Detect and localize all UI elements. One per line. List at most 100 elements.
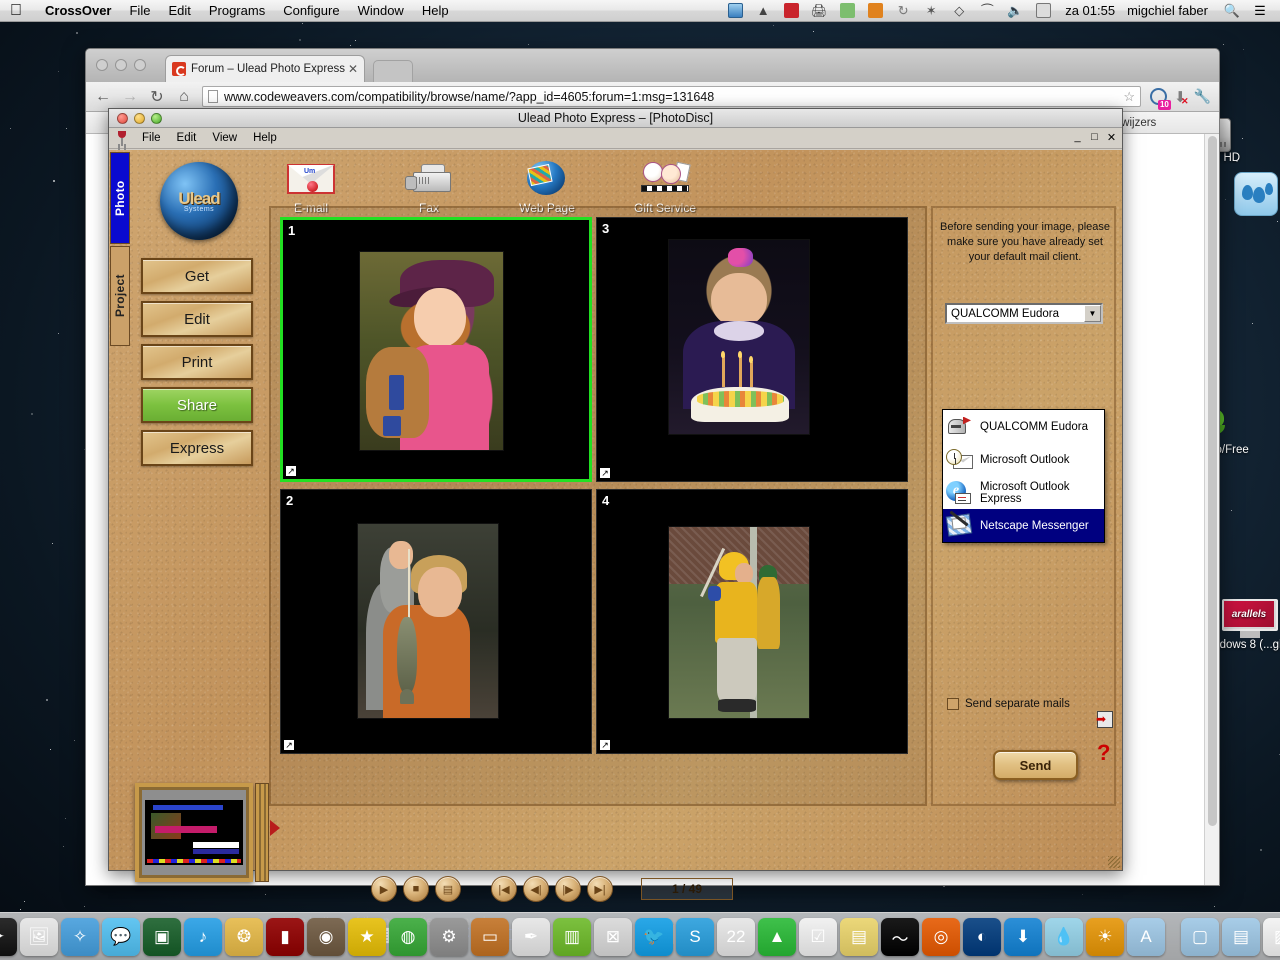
bluetooth-icon[interactable]: ✶ bbox=[920, 2, 942, 20]
dock-notes-icon[interactable]: ▤ bbox=[840, 918, 878, 956]
dock-firefox-icon[interactable]: ◐ bbox=[963, 918, 1001, 956]
page-scrollbar[interactable] bbox=[1204, 134, 1219, 885]
bookmark-star-icon[interactable]: ☆ bbox=[1123, 89, 1135, 105]
dock-safari-compass-icon[interactable]: ✦ bbox=[0, 918, 17, 956]
mail-client-dropdown-list[interactable]: QUALCOMM Eudora Microsoft Outlook e Micr… bbox=[942, 409, 1105, 543]
dock-applications-folder-icon[interactable]: A bbox=[1127, 918, 1165, 956]
dock-pages-icon[interactable]: ✒ bbox=[512, 918, 550, 956]
wrench-menu-icon[interactable]: 🔧 bbox=[1194, 88, 1211, 105]
dock-google-drive-icon[interactable]: ▲ bbox=[758, 918, 796, 956]
resize-corner-icon[interactable]: ↗ bbox=[284, 740, 294, 750]
nav-button-express[interactable]: Express bbox=[141, 430, 253, 466]
mail-client-combobox[interactable]: QUALCOMM Eudora ▼ bbox=[945, 303, 1103, 324]
ulead-menu-help[interactable]: Help bbox=[245, 130, 285, 146]
dock-numbers-icon[interactable]: ▥ bbox=[553, 918, 591, 956]
menubar-item-window[interactable]: Window bbox=[349, 3, 413, 18]
minimize-icon[interactable]: _ bbox=[1070, 130, 1085, 144]
resize-corner-icon[interactable]: ↗ bbox=[286, 466, 296, 476]
zoom-magnifier-icon[interactable]: 10 bbox=[1149, 88, 1171, 110]
dock-photos-camera-icon[interactable]: ◉ bbox=[307, 918, 345, 956]
rail-tab-project[interactable]: Project bbox=[110, 246, 130, 346]
photo-cell-3[interactable]: 3 ↗ bbox=[596, 217, 908, 482]
airplay-icon[interactable] bbox=[724, 2, 746, 20]
dock-twitter-icon[interactable]: 🐦 bbox=[635, 918, 673, 956]
dock-itunes-icon[interactable]: ♪ bbox=[184, 918, 222, 956]
download-icon[interactable]: ⬇ ✕ bbox=[1174, 88, 1189, 106]
dock-documents-folder-icon[interactable]: ▢ bbox=[1181, 918, 1219, 956]
nav-button-get[interactable]: Get bbox=[141, 258, 253, 294]
album-page-thumbnail[interactable] bbox=[135, 783, 253, 882]
dock-droplets-icon[interactable]: 💧 bbox=[1045, 918, 1083, 956]
menubar-username[interactable]: migchiel faber bbox=[1123, 3, 1218, 18]
nav-button-edit[interactable]: Edit bbox=[141, 301, 253, 337]
next-album-arrow-icon[interactable] bbox=[270, 820, 280, 836]
send-button[interactable]: Send bbox=[993, 750, 1078, 780]
dock-audio-headphones-icon[interactable]: ◎ bbox=[922, 918, 960, 956]
previous-page-icon[interactable]: ◀| bbox=[523, 876, 549, 902]
google-drive-icon[interactable]: ▲ bbox=[752, 2, 774, 20]
minimize-window-button[interactable] bbox=[115, 59, 127, 71]
dock-activity-monitor-icon[interactable]: 〜 bbox=[881, 918, 919, 956]
menubar-item-help[interactable]: Help bbox=[413, 3, 458, 18]
restore-icon[interactable]: □ bbox=[1087, 130, 1102, 144]
ulead-menu-edit[interactable]: Edit bbox=[169, 130, 205, 146]
next-page-icon[interactable]: |▶ bbox=[555, 876, 581, 902]
photo-cell-4[interactable]: 4 ↗ bbox=[596, 489, 908, 754]
last-page-icon[interactable]: ▶| bbox=[587, 876, 613, 902]
nav-button-print[interactable]: Print bbox=[141, 344, 253, 380]
volume-icon[interactable]: 🔈 bbox=[1004, 2, 1026, 20]
dock-calendar-icon[interactable]: 22 bbox=[717, 918, 755, 956]
dock-safari-icon[interactable]: ✧ bbox=[61, 918, 99, 956]
dock-downloader-icon[interactable]: ⬇ bbox=[1004, 918, 1042, 956]
ulead-traffic-lights[interactable] bbox=[117, 113, 162, 124]
menubar-app-name[interactable]: CrossOver bbox=[36, 3, 120, 18]
exit-door-icon[interactable] bbox=[1096, 711, 1113, 728]
list-icon[interactable]: ▤ bbox=[435, 876, 461, 902]
wifi-icon[interactable]: ◇ bbox=[948, 2, 970, 20]
dock-downloads-folder-icon[interactable]: ▤ bbox=[1222, 918, 1260, 956]
dock-messages-icon[interactable]: 💬 bbox=[102, 918, 140, 956]
stop-icon[interactable]: ■ bbox=[403, 876, 429, 902]
window-traffic-lights[interactable] bbox=[96, 59, 146, 71]
menubar-clock[interactable]: za 01:55 bbox=[1057, 3, 1123, 18]
photo-thumbnail[interactable] bbox=[668, 239, 810, 435]
notification-center-icon[interactable]: ☰ bbox=[1249, 2, 1271, 20]
chevron-down-icon[interactable]: ▼ bbox=[1084, 305, 1101, 322]
menubar-item-file[interactable]: File bbox=[120, 3, 159, 18]
dock-iphoto-icon[interactable]: ❂ bbox=[225, 918, 263, 956]
calculator-icon[interactable] bbox=[1032, 2, 1054, 20]
resize-corner-icon[interactable]: ↗ bbox=[600, 740, 610, 750]
ulead-menu-view[interactable]: View bbox=[204, 130, 245, 146]
dock-stack-icon[interactable]: ▨ bbox=[1263, 918, 1280, 956]
ulead-title-bar[interactable]: Ulead Photo Express – [PhotoDisc] bbox=[109, 109, 1122, 128]
photo-cell-1[interactable]: 1 ↗ bbox=[280, 217, 592, 482]
first-page-icon[interactable]: |◀ bbox=[491, 876, 517, 902]
dock-chrome-icon[interactable]: ◍ bbox=[389, 918, 427, 956]
dock-keynote-icon[interactable]: ▭ bbox=[471, 918, 509, 956]
ulead-minimize-button[interactable] bbox=[134, 113, 145, 124]
home-icon[interactable]: ⌂ bbox=[175, 88, 193, 106]
resize-corner-icon[interactable]: ↗ bbox=[600, 468, 610, 478]
apple-icon[interactable]:  bbox=[10, 2, 22, 19]
photo-thumbnail[interactable] bbox=[359, 251, 504, 451]
new-tab-button[interactable] bbox=[373, 60, 413, 82]
notes-icon[interactable] bbox=[864, 2, 886, 20]
checkbox-box[interactable] bbox=[947, 698, 959, 710]
forward-arrow-icon[interactable]: → bbox=[121, 88, 139, 106]
back-arrow-icon[interactable]: ← bbox=[94, 88, 112, 106]
send-separate-mails-checkbox[interactable]: Send separate mails bbox=[947, 698, 1070, 710]
menubar-item-programs[interactable]: Programs bbox=[200, 3, 274, 18]
menubar-item-configure[interactable]: Configure bbox=[274, 3, 348, 18]
address-bar[interactable]: www.codeweavers.com/compatibility/browse… bbox=[202, 86, 1141, 107]
ulead-zoom-button[interactable] bbox=[151, 113, 162, 124]
scrollbar-thumb[interactable] bbox=[1208, 136, 1217, 826]
dock-preview-icon[interactable]: 🖼 bbox=[20, 918, 58, 956]
dock-system-preferences-icon[interactable]: ⚙ bbox=[430, 918, 468, 956]
close-icon[interactable]: ✕ bbox=[348, 62, 358, 76]
browser-tab[interactable]: Forum – Ulead Photo Express ✕ bbox=[165, 55, 365, 82]
dock-imovie-star-icon[interactable]: ★ bbox=[348, 918, 386, 956]
eject-icon[interactable]: ⏜ bbox=[976, 2, 998, 20]
dock-reminders-icon[interactable]: ☑ bbox=[799, 918, 837, 956]
dock-sun-app-icon[interactable]: ☀ bbox=[1086, 918, 1124, 956]
dock-skype-icon[interactable]: S bbox=[676, 918, 714, 956]
